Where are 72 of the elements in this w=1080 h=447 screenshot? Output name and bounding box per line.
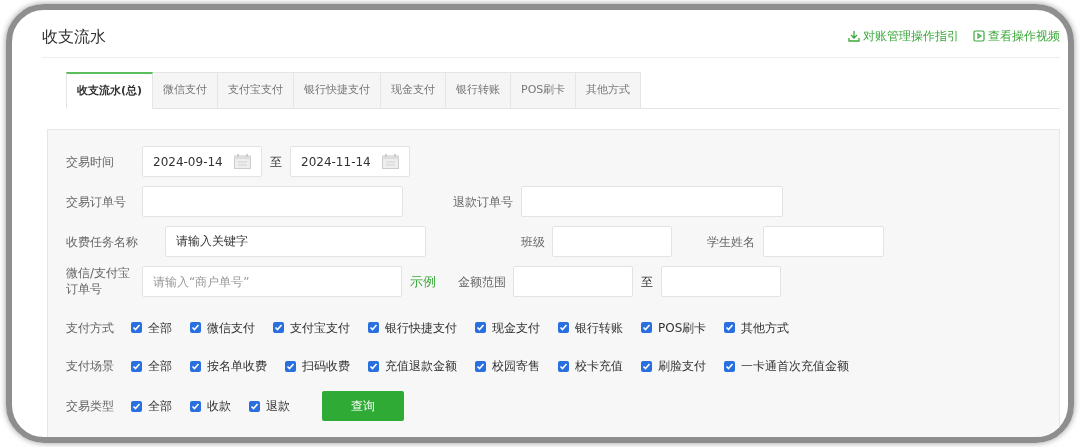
- checkbox[interactable]: [368, 360, 379, 372]
- checkbox-option[interactable]: 按名单收费: [190, 357, 267, 376]
- checkbox[interactable]: [368, 322, 379, 334]
- tab[interactable]: 收支流水(总): [66, 72, 154, 109]
- checkbox[interactable]: [285, 360, 296, 372]
- tab[interactable]: 银行转账: [446, 72, 512, 109]
- field-label: 收费任务名称: [66, 233, 139, 251]
- checkbox-option[interactable]: 支付宝支付: [273, 318, 350, 337]
- checkbox-option[interactable]: 现金支付: [475, 318, 540, 337]
- checkbox-option[interactable]: 一卡通首次充值金额: [724, 357, 849, 376]
- checkbox[interactable]: [273, 322, 284, 334]
- field-label: 交易订单号: [66, 193, 127, 211]
- page-title: 收支流水: [42, 25, 106, 48]
- checkbox[interactable]: [131, 400, 142, 412]
- checkbox-option[interactable]: 全部: [131, 318, 172, 337]
- input-field[interactable]: [521, 186, 783, 217]
- checkbox-option[interactable]: 全部: [131, 397, 172, 416]
- checkbox[interactable]: [641, 322, 652, 334]
- checkbox[interactable]: [190, 322, 201, 334]
- checkbox-option[interactable]: 收款: [190, 397, 231, 416]
- checkbox[interactable]: [190, 400, 201, 412]
- input-field[interactable]: 请输入“商户单号”: [142, 266, 402, 298]
- checkbox[interactable]: [724, 322, 736, 334]
- field-label: 交易类型: [66, 398, 115, 416]
- search-field[interactable]: 请输入关键字: [165, 226, 426, 257]
- checkbox[interactable]: [190, 360, 201, 372]
- checkbox[interactable]: [558, 322, 569, 334]
- input-field[interactable]: [552, 226, 672, 257]
- checkbox-option[interactable]: 银行快捷支付: [368, 318, 457, 337]
- tab[interactable]: 银行快捷支付: [294, 72, 382, 109]
- checkbox-option[interactable]: POS刷卡: [641, 318, 707, 337]
- checkbox-option[interactable]: 刷脸支付: [641, 357, 706, 376]
- field-label: 退款订单号: [452, 193, 513, 211]
- field-label: 金额范围: [457, 273, 506, 291]
- checkbox[interactable]: [249, 400, 260, 412]
- checkbox-option[interactable]: 校园寄售: [475, 357, 540, 376]
- checkbox[interactable]: [475, 360, 486, 372]
- checkbox-option[interactable]: 银行转账: [558, 318, 623, 337]
- tab[interactable]: 支付宝支付: [218, 72, 295, 109]
- tab[interactable]: POS刷卡: [511, 72, 577, 109]
- date-field[interactable]: 2024-09-14: [142, 146, 262, 177]
- input-field[interactable]: [763, 226, 884, 257]
- field-label: 学生姓名: [706, 233, 755, 251]
- tab[interactable]: 微信支付: [153, 72, 219, 109]
- checkbox[interactable]: [475, 322, 486, 334]
- checkbox-option[interactable]: 校卡充值: [558, 357, 623, 376]
- input-field[interactable]: [142, 186, 403, 217]
- separator-text: 至: [270, 153, 282, 171]
- checkbox-option[interactable]: 充值退款金额: [368, 357, 457, 376]
- checkbox-option[interactable]: 退款: [249, 397, 290, 416]
- checkbox[interactable]: [558, 360, 569, 372]
- input-field[interactable]: [661, 266, 781, 298]
- checkbox-option[interactable]: 扫码收费: [285, 357, 350, 376]
- input-field[interactable]: [513, 266, 633, 298]
- checkbox-option[interactable]: 全部: [131, 357, 172, 376]
- checkbox-option[interactable]: 微信支付: [190, 318, 255, 337]
- download-icon: [848, 29, 860, 42]
- play-icon: [973, 29, 985, 42]
- field-label: 班级: [520, 233, 545, 251]
- tab[interactable]: 现金支付: [381, 72, 447, 109]
- checkbox[interactable]: [724, 360, 735, 372]
- field-label: 支付方式: [66, 319, 115, 337]
- checkbox-option[interactable]: 其他方式: [724, 318, 790, 337]
- date-field[interactable]: 2024-11-14: [290, 146, 410, 177]
- checkbox[interactable]: [131, 322, 142, 334]
- tab[interactable]: 其他方式: [576, 72, 642, 109]
- field-label: 交易时间: [66, 153, 115, 171]
- separator-text: 至: [641, 273, 653, 291]
- checkbox[interactable]: [641, 360, 652, 372]
- checkbox[interactable]: [131, 360, 142, 372]
- field-label: 支付场景: [66, 358, 115, 376]
- field-label: 微信/支付宝订单号: [66, 266, 132, 298]
